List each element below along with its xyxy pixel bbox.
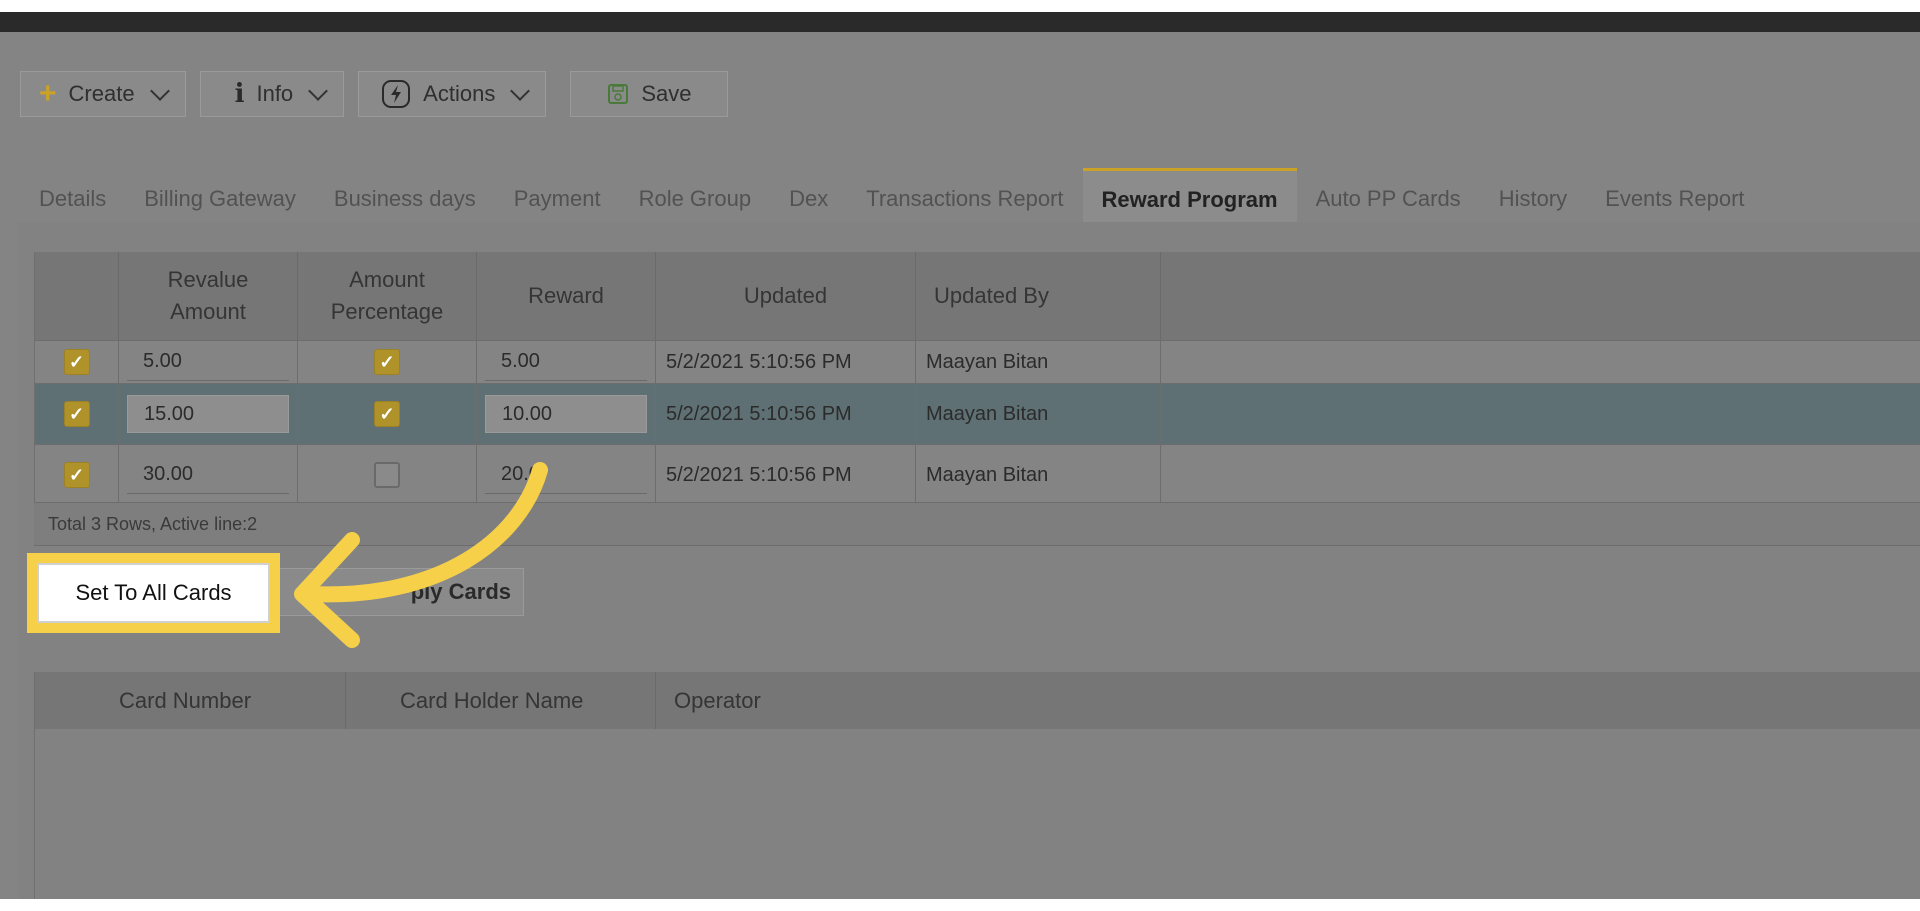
annotation-arrow-icon: [294, 462, 548, 648]
bottom-strip: [0, 899, 1920, 911]
